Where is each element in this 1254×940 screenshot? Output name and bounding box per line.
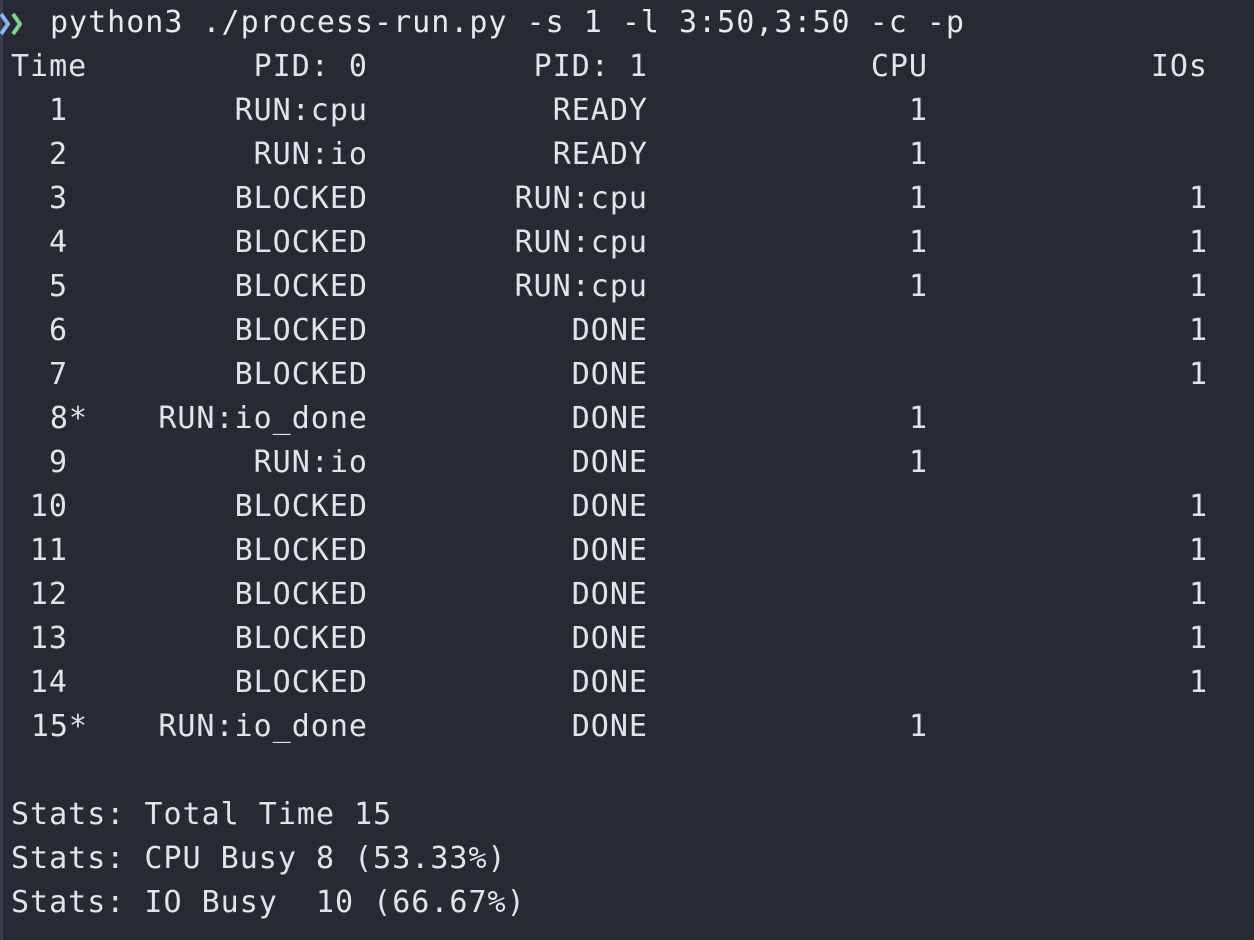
cell-pid1: DONE — [571, 665, 648, 700]
table-row: 8* RUN:io_done DONE 1 — [0, 397, 1254, 441]
prompt-line: python3 ./process-run.py -s 1 -l 3:50,3:… — [0, 1, 964, 45]
cell-pid0: BLOCKED — [234, 313, 368, 348]
cell-pid1: DONE — [571, 709, 648, 744]
cell-time: 8* — [49, 401, 88, 436]
cell-time: 5 — [48, 269, 68, 304]
cell-time: 4 — [48, 225, 68, 260]
stats-text: Stats: IO Busy 10 (66.67%) — [11, 885, 526, 920]
cell-pid0: BLOCKED — [234, 269, 368, 304]
cell-pid1: RUN:cpu — [514, 269, 648, 304]
cell-pid0: RUN:io — [253, 137, 368, 172]
cell-pid0: RUN:io_done — [158, 709, 368, 744]
table-row: 11 BLOCKED DONE 1 — [0, 529, 1254, 573]
cell-ios: 1 — [1188, 269, 1208, 304]
cell-pid1: DONE — [571, 533, 648, 568]
cell-pid1: DONE — [571, 489, 648, 524]
cell-pid1: DONE — [571, 401, 648, 436]
table-row: 5 BLOCKED RUN:cpu 1 1 — [0, 265, 1254, 309]
cell-ios: 1 — [1188, 577, 1208, 612]
header-pid1: PID: 1 — [533, 49, 648, 84]
prompt-chevron-icon — [0, 1, 42, 45]
cell-time: 2 — [48, 137, 68, 172]
cell-pid0: BLOCKED — [234, 489, 368, 524]
cell-ios: 1 — [1188, 665, 1208, 700]
cell-time: 14 — [29, 665, 68, 700]
cell-pid0: BLOCKED — [234, 577, 368, 612]
table-row: 1 RUN:cpu READY 1 — [0, 89, 1254, 133]
terminal-window[interactable]: python3 ./process-run.py -s 1 -l 3:50,3:… — [0, 0, 1254, 940]
table-header: Time PID: 0 PID: 1 CPU IOs — [0, 45, 1254, 89]
stats-text: Stats: Total Time 15 — [11, 797, 393, 832]
cell-time: 1 — [48, 93, 68, 128]
table-row: 9 RUN:io DONE 1 — [0, 441, 1254, 485]
table-row: 13 BLOCKED DONE 1 — [0, 617, 1254, 661]
table-row: 3 BLOCKED RUN:cpu 1 1 — [0, 177, 1254, 221]
cell-time: 12 — [29, 577, 68, 612]
command-text: python3 ./process-run.py -s 1 -l 3:50,3:… — [50, 5, 965, 40]
header-cpu: CPU — [870, 49, 928, 84]
cell-pid1: DONE — [571, 577, 648, 612]
cell-time: 3 — [48, 181, 68, 216]
table-row: 4 BLOCKED RUN:cpu 1 1 — [0, 221, 1254, 265]
table-row: 10 BLOCKED DONE 1 — [0, 485, 1254, 529]
cell-ios: 1 — [1188, 533, 1208, 568]
cell-cpu: 1 — [908, 181, 928, 216]
cell-time: 15* — [30, 709, 88, 744]
cell-pid1: READY — [552, 137, 648, 172]
cell-time: 6 — [48, 313, 68, 348]
cell-pid0: BLOCKED — [234, 665, 368, 700]
cell-ios: 1 — [1188, 181, 1208, 216]
table-row: 7 BLOCKED DONE 1 — [0, 353, 1254, 397]
cell-ios: 1 — [1188, 313, 1208, 348]
cell-pid1: DONE — [571, 621, 648, 656]
table-row: 2 RUN:io READY 1 — [0, 133, 1254, 177]
cell-time: 13 — [29, 621, 68, 656]
cell-cpu: 1 — [908, 445, 928, 480]
cell-pid1: READY — [552, 93, 648, 128]
header-time: Time — [11, 49, 88, 84]
cell-ios: 1 — [1188, 225, 1208, 260]
cell-cpu: 1 — [908, 269, 928, 304]
cell-pid0: BLOCKED — [234, 225, 368, 260]
stats-line: Stats: IO Busy 10 (66.67%) — [0, 881, 1254, 925]
cell-pid1: DONE — [571, 313, 648, 348]
cell-pid1: RUN:cpu — [514, 225, 648, 260]
cell-pid0: BLOCKED — [234, 533, 368, 568]
cell-cpu: 1 — [908, 225, 928, 260]
cell-ios: 1 — [1188, 357, 1208, 392]
cell-time: 9 — [48, 445, 68, 480]
table-row: 14 BLOCKED DONE 1 — [0, 661, 1254, 705]
cell-cpu: 1 — [908, 93, 928, 128]
cell-pid0: RUN:io — [253, 445, 368, 480]
cell-time: 11 — [29, 533, 68, 568]
cell-cpu: 1 — [908, 137, 928, 172]
cell-pid0: BLOCKED — [234, 621, 368, 656]
cell-pid0: BLOCKED — [234, 357, 368, 392]
table-row: 6 BLOCKED DONE 1 — [0, 309, 1254, 353]
header-ios: IOs — [1150, 49, 1208, 84]
table-row: 15* RUN:io_done DONE 1 — [0, 705, 1254, 749]
cell-pid1: RUN:cpu — [514, 181, 648, 216]
cell-time: 7 — [48, 357, 68, 392]
cell-time: 10 — [29, 489, 68, 524]
table-row: 12 BLOCKED DONE 1 — [0, 573, 1254, 617]
cell-pid0: BLOCKED — [234, 181, 368, 216]
cell-ios: 1 — [1188, 489, 1208, 524]
cell-cpu: 1 — [908, 401, 928, 436]
stats-text: Stats: CPU Busy 8 (53.33%) — [11, 841, 507, 876]
cell-cpu: 1 — [908, 709, 928, 744]
header-pid0: PID: 0 — [253, 49, 368, 84]
cell-ios: 1 — [1188, 621, 1208, 656]
cell-pid0: RUN:cpu — [234, 93, 368, 128]
stats-line: Stats: Total Time 15 — [0, 793, 1254, 837]
cell-pid0: RUN:io_done — [158, 401, 368, 436]
cell-pid1: DONE — [571, 445, 648, 480]
cell-pid1: DONE — [571, 357, 648, 392]
stats-line: Stats: CPU Busy 8 (53.33%) — [0, 837, 1254, 881]
